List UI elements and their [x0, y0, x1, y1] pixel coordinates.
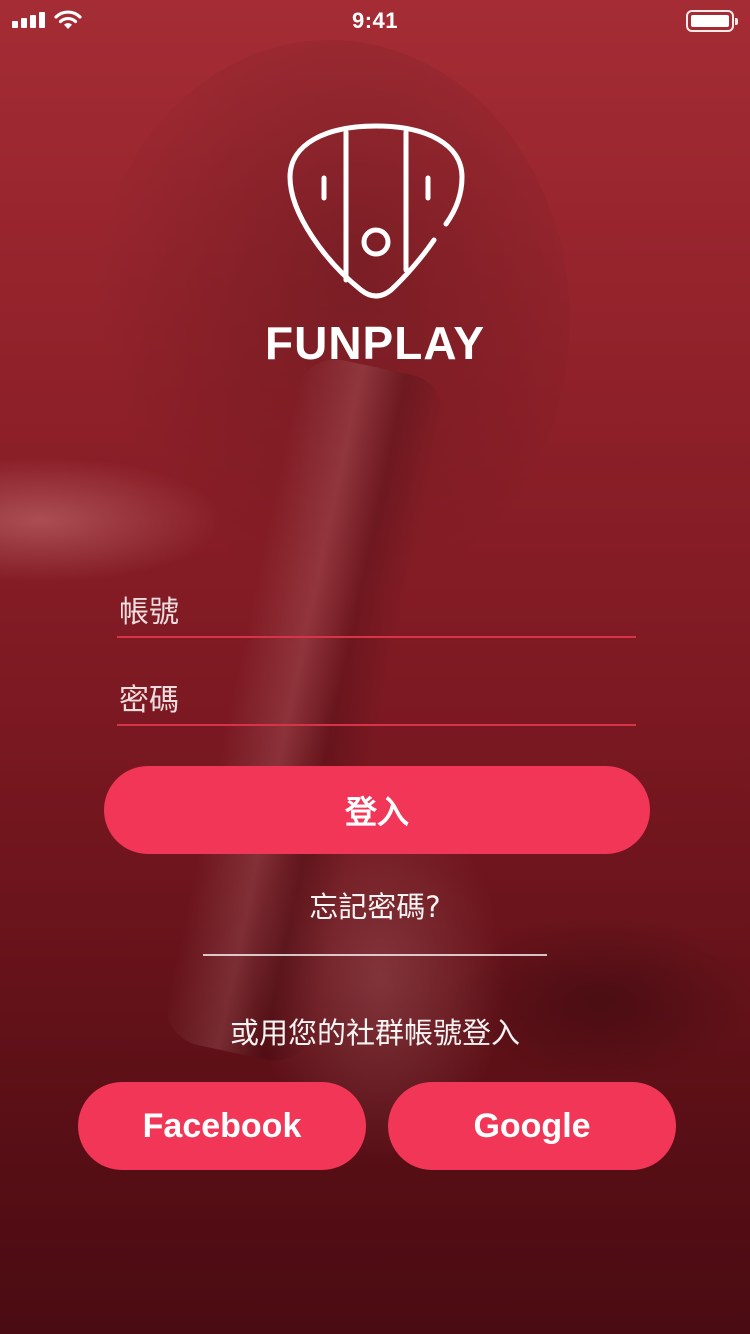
divider — [203, 954, 547, 956]
battery-icon — [686, 10, 738, 32]
facebook-login-button[interactable]: Facebook — [78, 1082, 366, 1170]
status-bar: 9:41 — [0, 0, 750, 40]
login-button[interactable]: 登入 — [104, 766, 650, 854]
password-input[interactable] — [117, 676, 636, 724]
social-login-prompt: 或用您的社群帳號登入 — [229, 1016, 520, 1050]
forgot-password-link[interactable]: 忘記密碼? — [0, 884, 750, 926]
account-field[interactable] — [117, 588, 636, 638]
google-login-button[interactable]: Google — [388, 1082, 676, 1170]
account-input[interactable] — [117, 588, 636, 636]
status-time: 9:41 — [351, 8, 399, 33]
guitar-pick-icon — [287, 123, 465, 299]
brand-name: FUNPLAY — [265, 317, 485, 369]
password-field[interactable] — [117, 676, 636, 726]
